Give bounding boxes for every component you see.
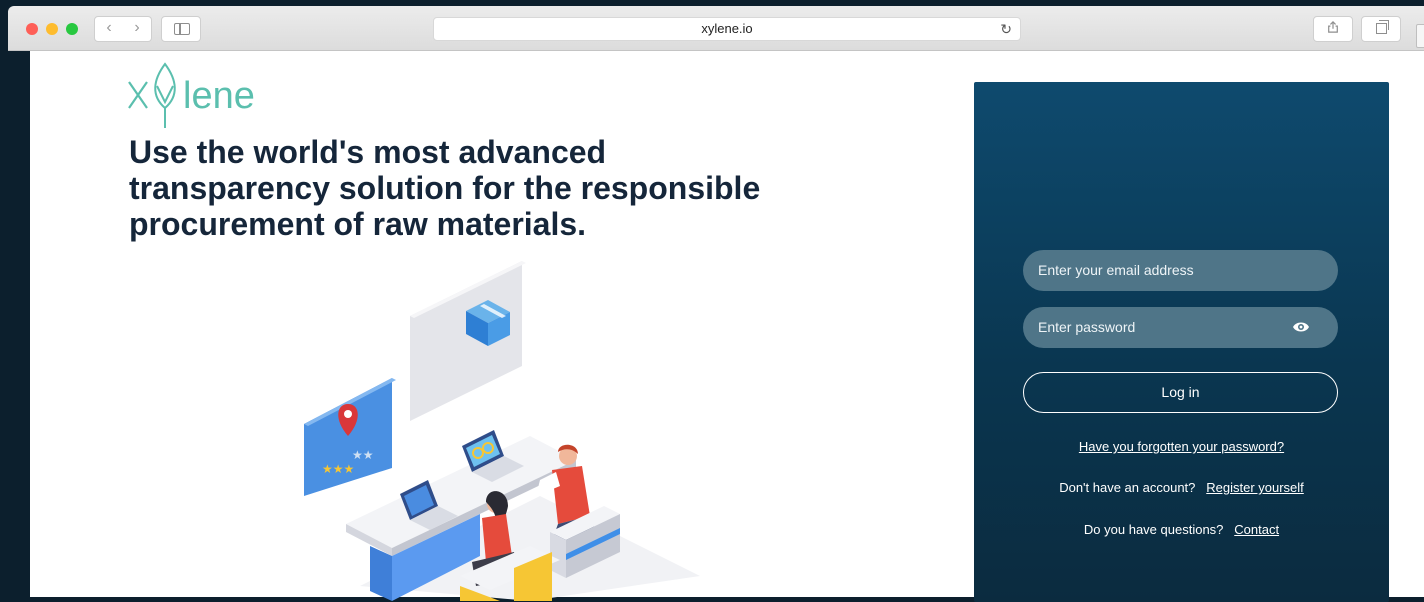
hero-headline: Use the world's most advanced transparen… [129,134,829,242]
headline-line-2: transparency solution for the responsibl… [129,170,761,206]
svg-text:★★: ★★ [352,448,374,462]
no-account-text: Don't have an account? [1059,480,1196,495]
sidebar-toggle-button[interactable] [161,16,201,42]
close-window-button[interactable] [26,23,38,35]
tabs-icon [1376,20,1389,34]
address-bar[interactable]: xylene.io ↻ [433,17,1021,41]
minimize-window-button[interactable] [46,23,58,35]
forward-icon: › [134,19,140,36]
login-panel: Log in Have you forgotten your password?… [974,82,1389,602]
questions-text: Do you have questions? [1083,522,1224,537]
password-input[interactable] [1023,307,1338,348]
forgot-password-link[interactable]: Have you forgotten your password? [1079,439,1284,454]
contact-row: Do you have questions? Contact [974,522,1389,537]
share-button[interactable] [1313,16,1353,42]
login-button[interactable]: Log in [1023,372,1338,413]
workspace-illustration: ★★★ ★★ [304,261,700,601]
tab-overview-button[interactable] [1361,16,1401,42]
svg-text:★★★: ★★★ [322,462,354,476]
register-link[interactable]: Register yourself [1206,480,1304,495]
zoom-window-button[interactable] [66,23,78,35]
headline-line-1: Use the world's most advanced [129,134,607,170]
browser-toolbar: ‹ › xylene.io ↻ [8,6,1424,51]
show-password-eye-icon[interactable] [1292,318,1310,336]
back-button[interactable]: ‹ [94,16,124,42]
headline-line-3: procurement of raw materials. [129,206,587,242]
share-icon [1328,21,1338,33]
svg-text:lene: lene [183,75,255,117]
forgot-password-row: Have you forgotten your password? [974,439,1389,454]
back-icon: ‹ [106,19,112,36]
reload-icon[interactable]: ↻ [1000,18,1012,40]
toolbar-edge-button[interactable] [1416,24,1424,48]
xylene-logo[interactable]: lene [127,58,277,128]
page-content: lene Use the world's most advanced trans… [30,51,1424,602]
register-row: Don't have an account? Register yourself [974,480,1389,495]
sidebar-icon [174,23,190,35]
leaf-logo-icon: lene [128,62,255,128]
contact-link[interactable]: Contact [1234,522,1279,537]
url-text: xylene.io [701,21,753,36]
forward-button[interactable]: › [123,16,152,42]
email-input[interactable] [1023,250,1338,291]
